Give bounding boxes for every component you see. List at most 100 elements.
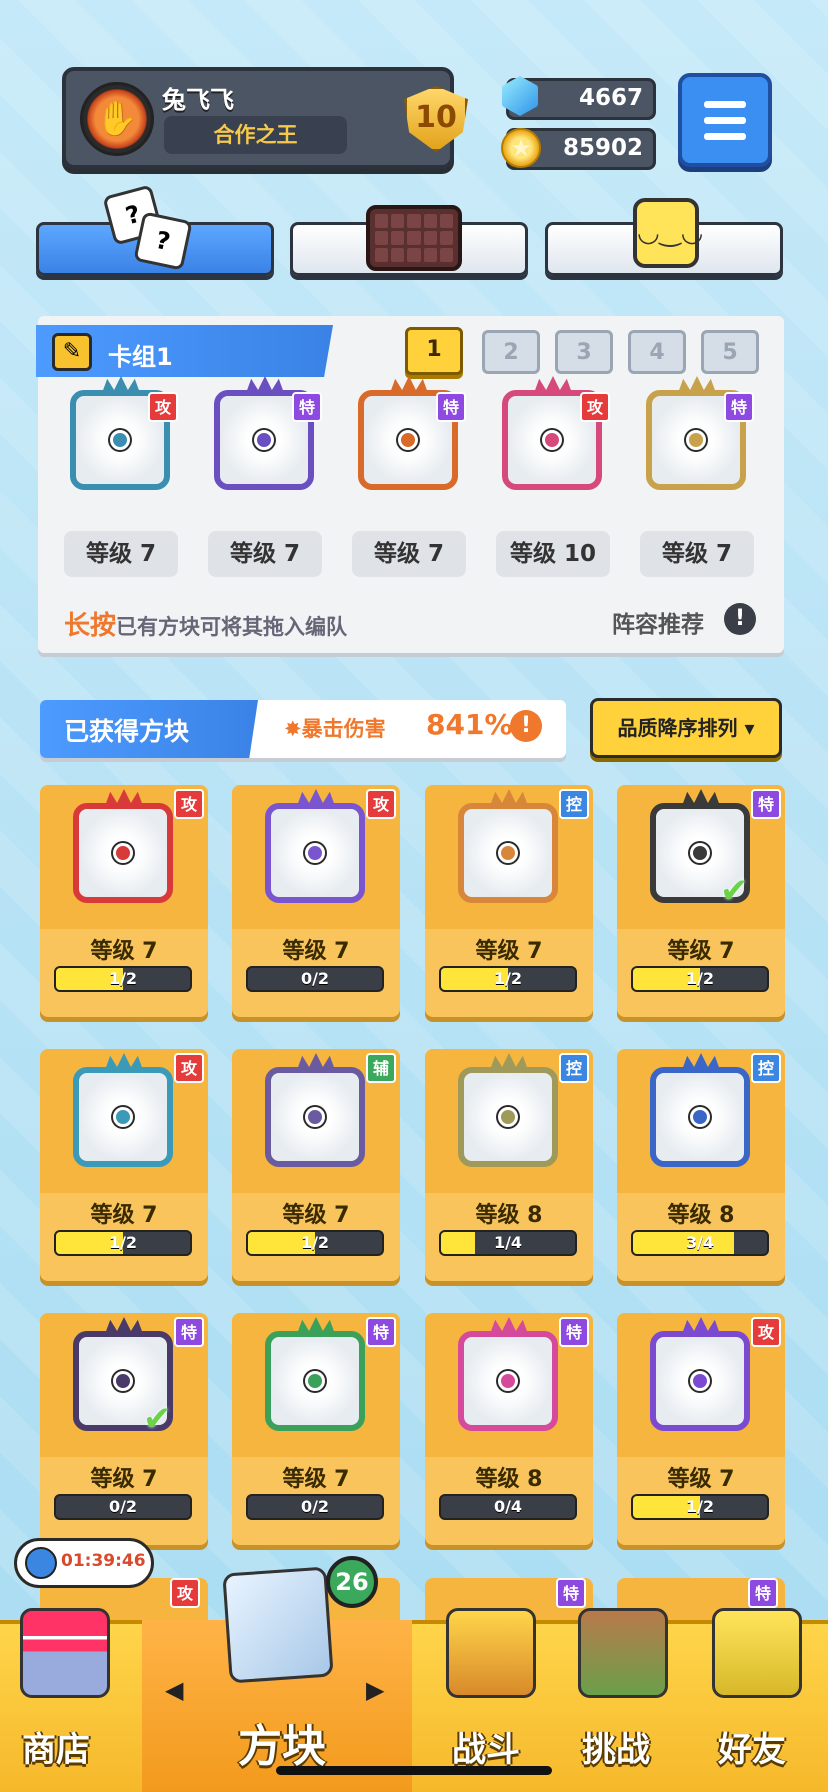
player-title: 合作之王	[164, 116, 347, 154]
card-level: 等级 7	[667, 939, 735, 964]
menu-button[interactable]	[678, 73, 772, 167]
card-core-icon	[690, 1371, 710, 1391]
collection-card[interactable]: 特等级 7 0/2	[232, 1313, 400, 1545]
coin-icon: ★	[501, 128, 541, 168]
collection-card[interactable]: 控等级 8 1/4	[425, 1049, 593, 1281]
card-tag: 控	[751, 1053, 781, 1083]
block-card	[257, 1317, 375, 1439]
progress-bar: 1/4	[439, 1230, 577, 1256]
card-tag: 攻	[170, 1578, 200, 1608]
collection-card[interactable]: 辅等级 7 1/2	[232, 1049, 400, 1281]
card-core-icon	[113, 1371, 133, 1391]
crit-label-text: 暴击伤害	[301, 717, 386, 741]
nav-friend[interactable]: 好友	[718, 1722, 786, 1771]
pencil-icon[interactable]: ✎	[52, 333, 92, 371]
crit-value: 841%	[426, 708, 513, 741]
deck-tab-2[interactable]: 2	[482, 330, 540, 374]
card-tag: 攻	[751, 1317, 781, 1347]
block-card	[65, 1053, 183, 1175]
deck-tab-4[interactable]: 4	[628, 330, 686, 374]
card-level: 等级 8	[475, 1467, 543, 1492]
progress-bar: 3/4	[631, 1230, 769, 1256]
card-core-icon	[113, 1107, 133, 1127]
progress-bar: 1/2	[54, 1230, 192, 1256]
block-card	[450, 1317, 568, 1439]
friend-icon[interactable]	[712, 1608, 802, 1698]
card-tag: 攻	[148, 392, 178, 422]
deck-name: 卡组1	[108, 343, 173, 371]
card-level: 等级 7	[282, 1203, 350, 1228]
avatar[interactable]: ✋	[80, 82, 154, 156]
dice-icon: ? ?	[102, 184, 198, 275]
crit-label: ✸暴击伤害	[284, 717, 386, 741]
card-core-icon	[542, 430, 562, 450]
block-card	[257, 1053, 375, 1175]
progress-bar: 0/2	[246, 966, 384, 992]
info-icon[interactable]: !	[724, 603, 756, 635]
arrow-left-icon[interactable]: ◀	[165, 1676, 183, 1704]
card-level: 等级 10	[496, 531, 610, 577]
shop-icon[interactable]	[20, 1608, 110, 1698]
card-tag: 特	[436, 392, 466, 422]
card-core-icon	[690, 843, 710, 863]
card-level: 等级 7	[640, 531, 754, 577]
deck-tab-5[interactable]: 5	[701, 330, 759, 374]
handshake-icon: ✋	[95, 99, 139, 139]
sort-dropdown[interactable]: 品质降序排列 ▾	[590, 698, 782, 758]
card-core-icon	[398, 430, 418, 450]
collection-card[interactable]: 攻等级 7 1/2	[40, 1049, 208, 1281]
card-level: 等级 7	[64, 531, 178, 577]
home-indicator	[276, 1766, 552, 1775]
card-level: 等级 7	[282, 939, 350, 964]
collection-card[interactable]: 攻等级 7 0/2	[232, 785, 400, 1017]
deck-tab-3[interactable]: 3	[555, 330, 613, 374]
progress-text: 3/4	[685, 1233, 715, 1252]
block-card	[65, 789, 183, 911]
collection-card[interactable]: 控等级 7 1/2	[425, 785, 593, 1017]
card-tag: 攻	[580, 392, 610, 422]
arrow-right-icon[interactable]: ▶	[366, 1676, 384, 1704]
card-tag: 攻	[366, 789, 396, 819]
block-card: ✔	[65, 1317, 183, 1439]
nav-challenge[interactable]: 挑战	[582, 1722, 650, 1771]
lineup-recommend-link[interactable]: 阵容推荐	[612, 605, 704, 639]
collection-card[interactable]: 攻等级 7 1/2	[40, 785, 208, 1017]
card-level: 等级 7	[208, 531, 322, 577]
progress-text: 1/2	[108, 969, 138, 988]
block-card	[257, 789, 375, 911]
shop-timer: 01:39:46	[14, 1538, 154, 1588]
card-core-icon	[498, 1371, 518, 1391]
clock-icon	[25, 1547, 57, 1579]
progress-bar: 1/2	[631, 1494, 769, 1520]
crit-info-icon[interactable]: !	[510, 710, 542, 742]
card-core-icon	[498, 1107, 518, 1127]
block-icon[interactable]	[222, 1566, 334, 1684]
nav-block[interactable]: 方块	[238, 1710, 326, 1774]
progress-text: 1/2	[493, 969, 523, 988]
collection-card[interactable]: ✔ 特等级 7 1/2	[617, 785, 785, 1017]
smile-face-icon: ◡‿◡	[633, 198, 703, 268]
nav-battle[interactable]: 战斗	[452, 1722, 520, 1771]
card-level: 等级 7	[475, 939, 543, 964]
challenge-icon[interactable]	[578, 1608, 668, 1698]
deck-tab-1[interactable]: 1	[405, 327, 463, 375]
progress-bar: 0/2	[246, 1494, 384, 1520]
card-core-icon	[113, 843, 133, 863]
card-tag: 特	[292, 392, 322, 422]
card-level: 等级 8	[667, 1203, 735, 1228]
battle-icon[interactable]	[446, 1608, 536, 1698]
collection-card[interactable]: 攻等级 7 1/2	[617, 1313, 785, 1545]
card-core-icon	[305, 843, 325, 863]
nav-shop[interactable]: 商店	[22, 1722, 90, 1771]
card-tag: 特	[366, 1317, 396, 1347]
collection-card[interactable]: ✔ 特等级 7 0/2	[40, 1313, 208, 1545]
card-tag: 特	[724, 392, 754, 422]
coin-amount: 85902	[562, 135, 643, 161]
progress-text: 0/4	[493, 1497, 523, 1516]
drag-hint: 长按已有方块可将其拖入编队	[64, 605, 347, 642]
rank-badge[interactable]: 10	[398, 82, 474, 156]
progress-text: 1/2	[108, 1233, 138, 1252]
rank-number: 10	[415, 100, 457, 135]
collection-card[interactable]: 特等级 8 0/4	[425, 1313, 593, 1545]
collection-card[interactable]: 控等级 8 3/4	[617, 1049, 785, 1281]
